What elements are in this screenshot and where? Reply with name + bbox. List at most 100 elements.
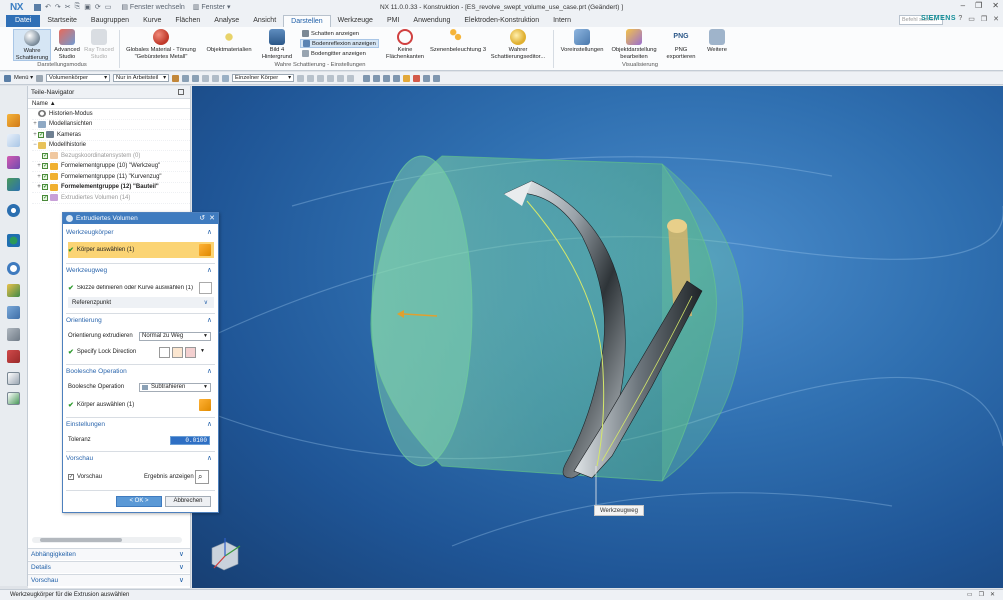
menu-button[interactable]: Menü ▾ — [14, 75, 33, 81]
true-shading-editor-button[interactable]: Wahrer Schattierungseditor... — [488, 29, 548, 60]
tree-item-extruded-volume[interactable]: Extrudiertes Volumen (14) — [32, 193, 190, 204]
center-snap-icon[interactable] — [327, 74, 335, 82]
deselect-icon[interactable] — [182, 74, 190, 82]
tree-item-model-views[interactable]: + Modellansichten — [32, 120, 190, 130]
reverse-direction-icon[interactable] — [159, 347, 170, 358]
visibility-checkbox[interactable] — [42, 172, 48, 182]
touch-mode-icon[interactable]: ▭ — [105, 3, 112, 11]
select-tool-body-row[interactable]: ✔ Körper auswählen (1) — [68, 242, 214, 258]
point-snap-icon[interactable] — [297, 74, 305, 82]
no-face-edges-button[interactable]: Keine Flächenkanten — [383, 29, 427, 60]
tab-darstellen[interactable]: Darstellen — [283, 15, 331, 27]
preview-section-title[interactable]: Vorschau — [66, 455, 93, 462]
chevron-down-icon[interactable]: ▼ — [200, 348, 205, 354]
tool-path-section-title[interactable]: Werkzeugweg — [66, 267, 107, 274]
render-style-icon[interactable] — [403, 74, 411, 82]
system-scene-icon[interactable] — [7, 350, 20, 363]
tool-body-section-title[interactable]: Werkzeugkörper — [66, 229, 114, 236]
web-browser-icon[interactable] — [7, 234, 20, 247]
part-navigator-icon[interactable] — [7, 134, 20, 147]
tab-pmi[interactable]: PMI — [380, 15, 406, 27]
global-material-button[interactable]: Globales Material - Tönung "Gebürstetes … — [121, 29, 201, 60]
maximize-panel-icon[interactable] — [178, 89, 184, 95]
rotate-icon[interactable] — [383, 74, 391, 82]
maximize-icon[interactable]: ❐ — [975, 1, 982, 10]
close-part-icon[interactable]: ✕ — [993, 15, 999, 23]
gear-icon[interactable] — [66, 215, 73, 222]
tab-baugruppen[interactable]: Baugruppen — [84, 15, 136, 27]
chevron-up-icon[interactable]: ∧ — [207, 420, 212, 428]
more-button[interactable]: Weitere — [703, 29, 731, 54]
tab-analyse[interactable]: Analyse — [207, 15, 246, 27]
horizontal-scrollbar[interactable] — [32, 537, 182, 543]
zoom-icon[interactable] — [373, 74, 381, 82]
save-icon[interactable] — [34, 3, 41, 11]
ok-button[interactable]: < OK > — [116, 496, 162, 507]
tab-kurve[interactable]: Kurve — [136, 15, 168, 27]
intersection-snap-icon[interactable] — [347, 74, 355, 82]
undo-icon[interactable]: ↶ — [45, 3, 51, 11]
paste-icon[interactable]: ▣ — [84, 3, 91, 11]
tab-startseite[interactable]: Startseite — [40, 15, 84, 27]
boolean-operation-select[interactable]: Subtrahieren ▼ — [139, 383, 211, 392]
chevron-up-icon[interactable]: ∧ — [207, 367, 212, 375]
tree-item-datum-csys[interactable]: Bezugskoordinatensystem (0) — [32, 151, 190, 162]
close-icon[interactable]: ✕ — [990, 590, 995, 600]
scrollbar-thumb[interactable] — [40, 538, 122, 542]
boolean-section-title[interactable]: Boolesche Operation — [66, 368, 127, 375]
body-select-icon[interactable] — [199, 244, 211, 256]
cut-icon[interactable]: ✂ — [65, 3, 71, 11]
background-image-button[interactable]: Bild 4 Hintergrund — [258, 29, 296, 60]
tree-item-model-history[interactable]: − Modellhistorie — [32, 141, 190, 151]
redo-icon[interactable]: ↷ — [55, 3, 61, 11]
visibility-checkbox[interactable] — [42, 161, 48, 172]
tree-item-feature-group-bauteil[interactable]: + Formelementgruppe (12) "Bauteil" — [32, 182, 190, 193]
pan-icon[interactable] — [393, 74, 401, 82]
vector-dialog-icon[interactable] — [172, 347, 183, 358]
window-menu-button[interactable]: ▥ Fenster ▾ — [193, 3, 231, 11]
tab-flaechen[interactable]: Flächen — [168, 15, 207, 27]
section-view-icon[interactable] — [413, 74, 421, 82]
report-icon[interactable] — [7, 372, 20, 385]
tree-item-feature-group-werkzeug[interactable]: + Formelementgruppe (10) "Werkzeug" — [32, 161, 190, 172]
reset-icon[interactable]: ↺ — [199, 213, 205, 224]
settings-section-title[interactable]: Einstellungen — [66, 421, 105, 428]
view-orient-icon[interactable] — [222, 74, 230, 82]
camera-icon[interactable] — [423, 74, 431, 82]
lasso-icon[interactable] — [212, 74, 220, 82]
process-studio-icon[interactable] — [7, 284, 20, 297]
minimize-icon[interactable]: – — [961, 1, 965, 10]
tab-werkzeuge[interactable]: Werkzeuge — [331, 15, 380, 27]
advanced-studio-button[interactable]: Advanced Studio — [51, 29, 83, 60]
type-filter-select[interactable]: Volumenkörper ▾ — [46, 74, 111, 82]
select-curve-row[interactable]: ✔ Skizze definieren oder Kurve auswählen… — [68, 280, 214, 296]
orientation-section-title[interactable]: Orientierung — [66, 317, 102, 324]
tree-item-cameras[interactable]: + Kameras — [32, 130, 190, 141]
object-materials-button[interactable]: Objektmaterialien — [202, 29, 256, 54]
extrude-orientation-select[interactable]: Normal zu Weg ▼ — [139, 332, 211, 341]
fullscreen-icon[interactable]: ▭ — [967, 590, 973, 600]
reference-point-row[interactable]: Referenzpunkt ∨ — [68, 297, 214, 308]
tab-intern[interactable]: Intern — [546, 15, 578, 27]
true-shading-button[interactable]: Wahre Schattierung — [13, 29, 51, 61]
preview-section[interactable]: Vorschau ∨ — [28, 574, 190, 586]
hd3d-tools-icon[interactable] — [7, 204, 20, 217]
select-target-body-row[interactable]: ✔ Körper auswählen (1) — [68, 397, 214, 413]
scope-filter-select[interactable]: Nur in Arbeitsteil ▾ — [113, 74, 170, 82]
visibility-checkbox[interactable] — [42, 151, 48, 161]
quadrant-snap-icon[interactable] — [337, 74, 345, 82]
endpoint-snap-icon[interactable] — [307, 74, 315, 82]
tree-item-feature-group-kurvenzug[interactable]: + Formelementgruppe (11) "Kurvenzug" — [32, 172, 190, 183]
reuse-library-icon[interactable] — [7, 178, 20, 191]
preview-checkbox[interactable]: ✓ — [68, 474, 74, 480]
chevron-up-icon[interactable]: ∧ — [207, 228, 212, 236]
tree-item-history-mode[interactable]: Historien-Modus — [32, 109, 190, 120]
show-result-button[interactable]: ⌕ — [195, 470, 209, 484]
select-all-icon[interactable] — [192, 74, 200, 82]
sketch-icon[interactable] — [199, 282, 212, 294]
history-icon[interactable] — [7, 262, 20, 275]
filter-icon[interactable] — [172, 74, 180, 82]
restore-icon[interactable]: ❐ — [979, 590, 984, 600]
tab-anwendung[interactable]: Anwendung — [406, 15, 457, 27]
layer-icon[interactable] — [433, 74, 441, 82]
